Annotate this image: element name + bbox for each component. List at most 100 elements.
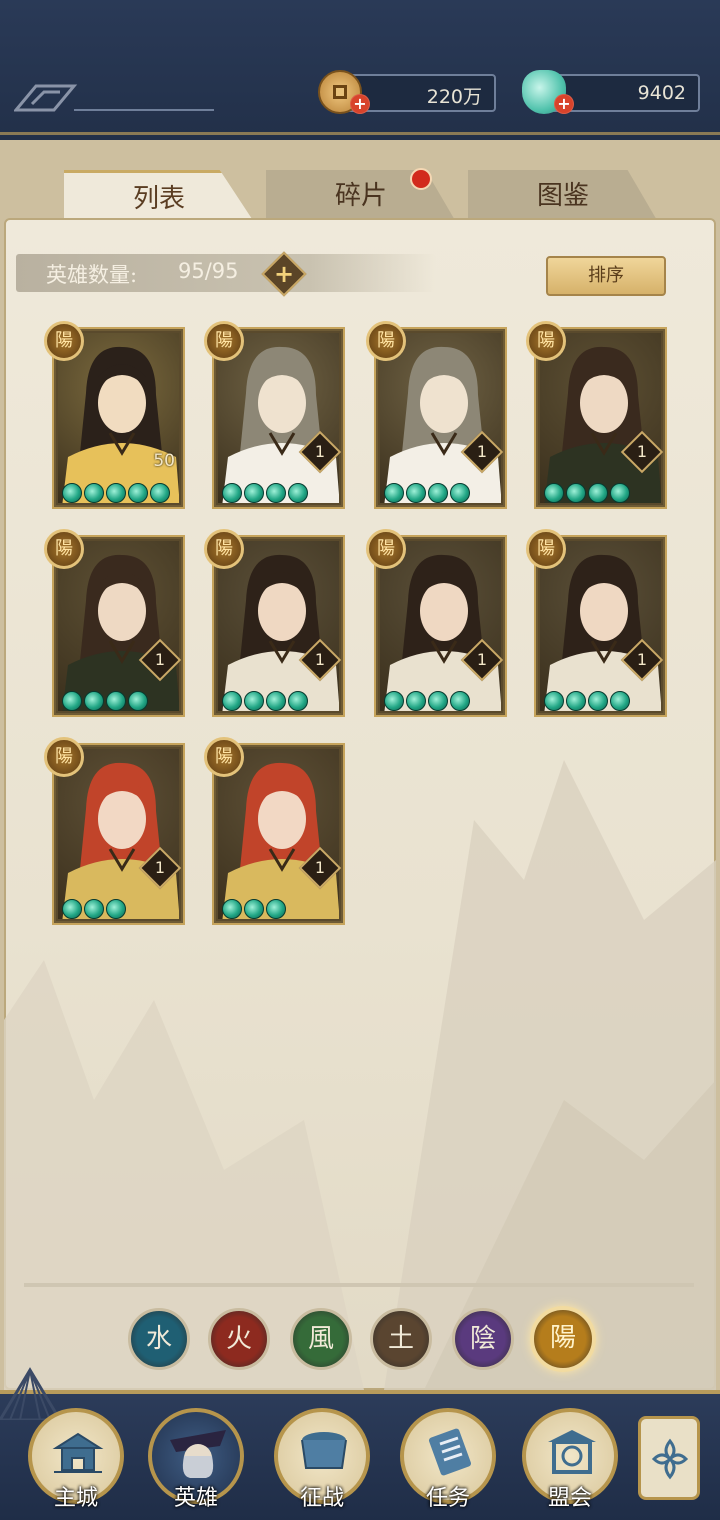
sort-button[interactable]: 排序: [546, 256, 666, 296]
hero-portrait: [540, 541, 661, 711]
alliance-gate-icon: [548, 1430, 596, 1474]
tab-codex[interactable]: 图鉴: [468, 170, 658, 222]
nav-tasks-label: 任务: [425, 1486, 470, 1511]
star-gems: [544, 483, 630, 503]
jade-star-icon: [106, 483, 126, 503]
hero-card[interactable]: 陽 50: [44, 321, 185, 509]
element-filter-6[interactable]: 陽: [530, 1306, 596, 1372]
more-menu-button[interactable]: [638, 1416, 700, 1500]
hero-level: 1: [636, 650, 648, 669]
jade-star-icon: [222, 899, 242, 919]
hero-illustration: [62, 346, 179, 503]
hero-level: 1: [314, 858, 326, 877]
jade-star-icon: [84, 483, 104, 503]
jade-star-icon: [428, 691, 448, 711]
jade-star-icon: [288, 483, 308, 503]
hero-portrait-icon: [170, 1430, 226, 1478]
yang-element-icon: 陽: [526, 529, 566, 569]
jade-star-icon: [244, 899, 264, 919]
top-bar: 220万 + 9402 +: [0, 0, 720, 140]
jade-star-icon: [266, 691, 286, 711]
hero-card[interactable]: 陽1: [204, 529, 345, 717]
jade-star-icon: [428, 483, 448, 503]
jade-star-icon: [106, 899, 126, 919]
jade-star-icon: [384, 691, 404, 711]
jade-star-icon: [544, 691, 564, 711]
jade-star-icon: [566, 691, 586, 711]
jade-star-icon: [62, 483, 82, 503]
coin-amount: 220万: [426, 86, 482, 108]
star-gems: [222, 483, 308, 503]
element-filter-5[interactable]: 陰: [452, 1308, 514, 1370]
hero-card[interactable]: 陽1: [44, 737, 185, 925]
element-filter-1[interactable]: 水: [128, 1308, 190, 1370]
pattern-ornament-icon: [14, 84, 214, 112]
jade-star-icon: [588, 691, 608, 711]
yang-element-icon: 陽: [204, 737, 244, 777]
nav-alliance-label: 盟会: [547, 1486, 592, 1511]
hero-level: 1: [314, 442, 326, 461]
jade-star-icon: [406, 691, 426, 711]
nav-heroes-label: 英雄: [173, 1486, 218, 1511]
hero-level: 1: [154, 858, 166, 877]
hero-level: 1: [476, 650, 488, 669]
hero-card[interactable]: 陽1: [526, 529, 667, 717]
hero-portrait: [380, 541, 501, 711]
jade-star-icon: [288, 691, 308, 711]
jade-star-icon: [128, 691, 148, 711]
jade-star-icon: [544, 483, 564, 503]
jade-star-icon: [566, 483, 586, 503]
yang-element-icon: 陽: [44, 737, 84, 777]
yang-element-icon: 陽: [366, 321, 406, 361]
star-gems: [544, 691, 630, 711]
jade-star-icon: [610, 483, 630, 503]
hero-card[interactable]: 陽1: [204, 321, 345, 509]
hero-illustration: [222, 554, 339, 711]
hero-card[interactable]: 陽1: [366, 529, 507, 717]
star-gems: [384, 691, 470, 711]
star-gems: [62, 691, 148, 711]
element-filter-2[interactable]: 火: [208, 1308, 270, 1370]
hero-portrait: [58, 541, 179, 711]
hero-card[interactable]: 陽1: [44, 529, 185, 717]
jade-star-icon: [222, 691, 242, 711]
hero-card[interactable]: 陽1: [526, 321, 667, 509]
element-filter-3[interactable]: 風: [290, 1308, 352, 1370]
jade-star-icon: [128, 483, 148, 503]
hero-level: 1: [314, 650, 326, 669]
nav-main-city-label: 主城: [53, 1486, 98, 1511]
hero-card[interactable]: 陽1: [366, 321, 507, 509]
flower-menu-icon: [651, 1438, 689, 1480]
yang-element-icon: 陽: [204, 321, 244, 361]
hero-card[interactable]: 陽1: [204, 737, 345, 925]
yang-element-icon: 陽: [44, 321, 84, 361]
yang-element-icon: 陽: [366, 529, 406, 569]
hero-level: 1: [154, 650, 166, 669]
jade-star-icon: [222, 483, 242, 503]
hero-illustration: [62, 554, 179, 711]
hero-illustration: [544, 346, 661, 503]
tab-codex-label: 图鉴: [536, 181, 589, 211]
hero-level: 50: [153, 451, 175, 471]
hero-illustration: [62, 762, 179, 919]
jade-star-icon: [610, 691, 630, 711]
hero-level: 1: [636, 442, 648, 461]
element-filter-4[interactable]: 土: [370, 1308, 432, 1370]
jade-add-icon[interactable]: +: [554, 94, 574, 114]
nav-campaign-label: 征战: [299, 1486, 344, 1511]
jade-star-icon: [266, 483, 286, 503]
hero-portrait: [58, 749, 179, 919]
plus-icon: +: [273, 260, 295, 288]
notification-dot: [410, 168, 432, 190]
hero-illustration: [384, 346, 501, 503]
hero-portrait: [218, 333, 339, 503]
hero-portrait: [540, 333, 661, 503]
jade-star-icon: [62, 899, 82, 919]
hero-illustration: [544, 554, 661, 711]
jade-star-icon: [244, 483, 264, 503]
star-gems: [384, 483, 470, 503]
coin-add-icon[interactable]: +: [350, 94, 370, 114]
star-gems: [222, 691, 308, 711]
hero-portrait: [218, 541, 339, 711]
hero-count-label: 英雄数量:: [46, 263, 138, 287]
